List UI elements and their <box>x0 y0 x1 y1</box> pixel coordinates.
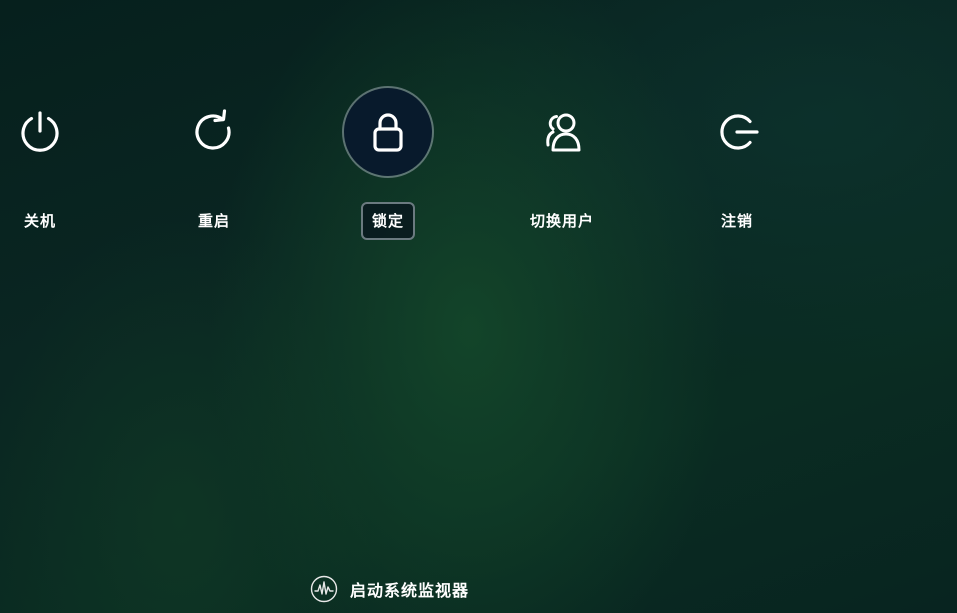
system-monitor-button[interactable]: 启动系统监视器 <box>310 574 469 604</box>
system-monitor-label: 启动系统监视器 <box>350 581 470 600</box>
system-monitor-icon <box>310 575 338 603</box>
power-options-row: 关机 重启 锁定 切换用户 注销 <box>0 0 957 260</box>
switch-user-option[interactable]: 切换用户 <box>502 88 622 240</box>
switch-user-icon <box>546 113 581 152</box>
logout-icon-wrap[interactable] <box>693 88 781 176</box>
switch-user-icon-wrap[interactable] <box>518 88 606 176</box>
shutdown-option[interactable]: 关机 <box>0 88 100 240</box>
power-icon <box>21 111 59 152</box>
restart-option[interactable]: 重启 <box>154 88 274 240</box>
restart-icon <box>195 109 231 150</box>
restart-label: 重启 <box>197 212 230 230</box>
lock-option[interactable]: 锁定 <box>328 88 448 240</box>
logout-label: 注销 <box>720 212 753 230</box>
shutdown-label: 关机 <box>23 212 56 230</box>
lock-icon <box>373 113 403 152</box>
logout-option[interactable]: 注销 <box>677 88 797 240</box>
switch-user-label: 切换用户 <box>529 212 594 230</box>
restart-icon-wrap[interactable] <box>170 88 258 176</box>
lock-icon-wrap[interactable] <box>344 88 432 176</box>
shutdown-icon-wrap[interactable] <box>0 88 84 176</box>
lock-label: 锁定 <box>360 202 415 240</box>
logout-icon <box>720 114 759 150</box>
